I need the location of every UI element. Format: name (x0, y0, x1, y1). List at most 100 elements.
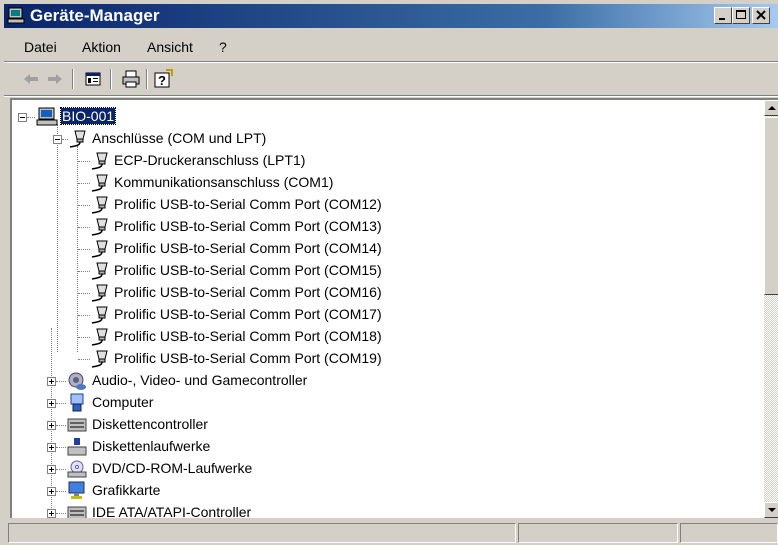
tree-label-port[interactable]: Prolific USB-to-Serial Comm Port (COM19) (114, 350, 382, 366)
cd-drive-icon (67, 460, 87, 478)
scroll-up-button[interactable] (764, 100, 778, 116)
tree-label-category[interactable]: Grafikkarte (92, 482, 160, 498)
speaker-icon (68, 372, 86, 390)
tree-label-category[interactable]: Diskettenlaufwerke (92, 438, 210, 454)
tree-item-category[interactable]: Diskettenlaufwerke (47, 436, 548, 458)
tree-label-port[interactable]: Prolific USB-to-Serial Comm Port (COM14) (114, 240, 382, 256)
tree-label-category[interactable]: Computer (92, 394, 153, 410)
help-icon[interactable]: ? (152, 68, 174, 90)
device-tree-panel: BIO-001 Anschlüsse (COM und LPT) ECP-Dru… (10, 98, 778, 518)
tree-item-port[interactable]: Prolific USB-to-Serial Comm Port (COM14) (68, 238, 568, 260)
collapse-toggle[interactable] (18, 113, 27, 122)
port-connector-icon (91, 196, 108, 214)
tree-line (56, 513, 66, 514)
menu-aktion[interactable]: Aktion (82, 39, 121, 55)
toolbar-divider (110, 69, 112, 89)
scroll-down-button[interactable] (764, 502, 778, 518)
tree-item-category[interactable]: Grafikkarte (47, 480, 548, 502)
toolbar-separator (4, 95, 778, 97)
tree-item-ports-category[interactable]: Anschlüsse (COM und LPT) (48, 128, 448, 150)
tree-item-port[interactable]: Prolific USB-to-Serial Comm Port (COM15) (68, 260, 568, 282)
window-title: Geräte-Manager (30, 6, 160, 25)
port-connector-icon (91, 174, 108, 192)
tree-label-category[interactable]: Audio-, Video- und Gamecontroller (92, 372, 307, 388)
toolbar-divider (72, 69, 74, 89)
minimize-button[interactable] (714, 7, 732, 24)
close-icon (756, 10, 766, 20)
toolbar-divider (146, 69, 148, 89)
expand-toggle[interactable] (47, 509, 56, 518)
expand-toggle[interactable] (47, 377, 56, 386)
status-pane-main (8, 523, 516, 543)
menu-separator (4, 61, 778, 63)
status-bar (4, 521, 778, 545)
back-arrow-icon[interactable] (20, 68, 42, 90)
tree-item-port[interactable]: Prolific USB-to-Serial Comm Port (COM19) (68, 348, 568, 370)
port-connector-icon (69, 130, 86, 148)
device-tree[interactable]: BIO-001 Anschlüsse (COM und LPT) ECP-Dru… (12, 100, 758, 518)
tree-label-port[interactable]: Prolific USB-to-Serial Comm Port (COM15) (114, 262, 382, 278)
expand-toggle[interactable] (47, 421, 56, 430)
menu-bar: Datei Aktion Ansicht ? (4, 32, 778, 60)
print-icon[interactable] (120, 68, 142, 90)
tree-item-category[interactable]: Diskettencontroller (47, 414, 548, 436)
tree-label-category[interactable]: DVD/CD-ROM-Laufwerke (92, 460, 252, 476)
tree-line (56, 491, 66, 492)
tree-item-category[interactable]: Computer (47, 392, 548, 414)
tree-label-port[interactable]: Prolific USB-to-Serial Comm Port (COM13) (114, 218, 382, 234)
computer-icon (7, 7, 25, 24)
tree-label-port[interactable]: Prolific USB-to-Serial Comm Port (COM18) (114, 328, 382, 344)
tree-item-port[interactable]: Kommunikationsanschluss (COM1) (68, 172, 568, 194)
status-pane-3 (680, 523, 778, 543)
menu-datei[interactable]: Datei (24, 39, 57, 55)
disk-controller-icon (67, 418, 87, 432)
menu-help[interactable]: ? (219, 39, 227, 55)
maximize-button[interactable] (732, 7, 750, 24)
tree-item-port[interactable]: ECP-Druckeranschluss (LPT1) (68, 150, 568, 172)
tree-item-port[interactable]: Prolific USB-to-Serial Comm Port (COM18) (68, 326, 568, 348)
arrow-up-icon (768, 106, 776, 110)
tree-label-port[interactable]: Prolific USB-to-Serial Comm Port (COM12) (114, 196, 382, 212)
collapse-toggle[interactable] (53, 135, 62, 144)
tree-item-port[interactable]: Prolific USB-to-Serial Comm Port (COM13) (68, 216, 568, 238)
monitor-icon (68, 481, 85, 499)
tree-label-ports-category[interactable]: Anschlüsse (COM und LPT) (92, 130, 266, 146)
tree-item-port[interactable]: Prolific USB-to-Serial Comm Port (COM16) (68, 282, 568, 304)
port-connector-icon (91, 240, 108, 258)
title-bar[interactable]: Geräte-Manager (4, 4, 778, 28)
expand-toggle[interactable] (47, 465, 56, 474)
tree-label-port[interactable]: Kommunikationsanschluss (COM1) (114, 174, 333, 190)
vertical-scrollbar[interactable] (764, 100, 778, 518)
tree-item-category[interactable]: IDE ATA/ATAPI-Controller (47, 502, 548, 518)
tree-item-port[interactable]: Prolific USB-to-Serial Comm Port (COM17) (68, 304, 568, 326)
menu-ansicht[interactable]: Ansicht (147, 39, 193, 55)
expand-toggle[interactable] (47, 399, 56, 408)
computer-icon (36, 107, 58, 126)
scrollbar-thumb[interactable] (764, 117, 778, 295)
tree-line (27, 117, 35, 118)
tree-label-category[interactable]: Diskettencontroller (92, 416, 208, 432)
tree-label-port[interactable]: ECP-Druckeranschluss (LPT1) (114, 152, 305, 168)
floppy-drive-icon (67, 438, 87, 456)
tree-item-category[interactable]: DVD/CD-ROM-Laufwerke (47, 458, 548, 480)
port-connector-icon (91, 350, 108, 368)
tree-item-port[interactable]: Prolific USB-to-Serial Comm Port (COM12) (68, 194, 568, 216)
tree-line (56, 425, 66, 426)
close-button[interactable] (752, 7, 770, 24)
device-manager-window: Geräte-Manager Datei Aktion Ansicht ? ? … (0, 0, 778, 545)
tree-label-root[interactable]: BIO-001 (59, 107, 117, 125)
ide-controller-icon (67, 506, 87, 518)
tree-label-category[interactable]: IDE ATA/ATAPI-Controller (92, 504, 251, 518)
minimize-icon (719, 18, 725, 20)
forward-arrow-icon[interactable] (44, 68, 66, 90)
tree-item-category[interactable]: Audio-, Video- und Gamecontroller (47, 370, 548, 392)
tree-item-root[interactable]: BIO-001 (18, 106, 320, 128)
tree-line (56, 403, 66, 404)
expand-toggle[interactable] (47, 443, 56, 452)
tree-label-port[interactable]: Prolific USB-to-Serial Comm Port (COM17) (114, 306, 382, 322)
expand-toggle[interactable] (47, 487, 56, 496)
properties-icon[interactable] (82, 68, 104, 90)
tree-label-port[interactable]: Prolific USB-to-Serial Comm Port (COM16) (114, 284, 382, 300)
status-pane-2 (518, 523, 678, 543)
arrow-down-icon (768, 508, 776, 512)
